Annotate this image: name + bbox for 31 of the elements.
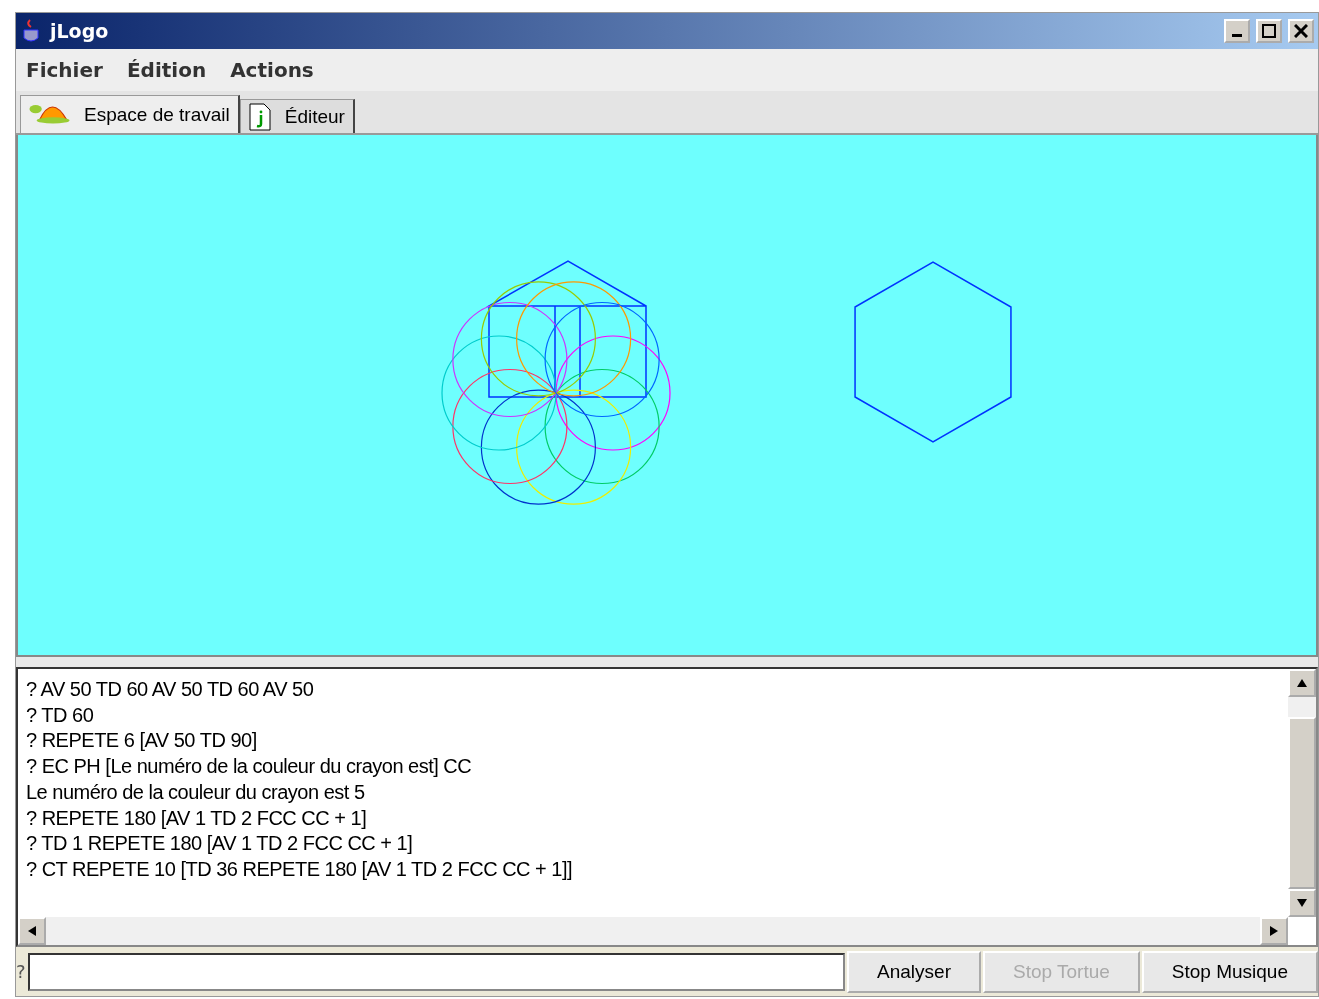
close-icon [1294, 24, 1308, 38]
tab[interactable]: Espace de travail [20, 95, 240, 133]
minimize-icon [1232, 34, 1242, 37]
vertical-scrollbar[interactable] [1288, 669, 1316, 917]
file-icon [248, 102, 271, 131]
tab[interactable]: Éditeur [239, 99, 355, 133]
right-arrow-icon [1270, 926, 1278, 936]
close-button[interactable] [1288, 19, 1314, 43]
down-arrow-icon [1297, 899, 1307, 907]
maximize-button[interactable] [1256, 19, 1282, 43]
prompt-label: ? [16, 961, 26, 982]
console-line: ? TD 60 [26, 702, 95, 728]
console-line: ? REPETE 180 [AV 1 TD 2 FCC CC + 1] [26, 805, 368, 831]
left-arrow-icon [28, 926, 36, 936]
menu-item[interactable]: Fichier [26, 58, 103, 82]
menu-item[interactable]: Actions [230, 58, 314, 82]
console-line: ? CT REPETE 10 [TD 36 REPETE 180 [AV 1 TD 2 FCC CC + 1]] [26, 856, 574, 882]
console-line: ? REPETE 6 [AV 50 TD 90] [26, 728, 258, 754]
horizontal-scrollbar[interactable] [18, 917, 1288, 945]
command-button[interactable]: Analyser [847, 950, 981, 993]
maximize-icon [1262, 24, 1276, 38]
window-title: jLogo [50, 20, 110, 42]
menu-item[interactable]: Édition [126, 58, 207, 82]
minimize-button[interactable] [1224, 19, 1250, 43]
console-line: ? EC PH [Le numéro de la couleur du crayon est] CC [26, 754, 473, 780]
console-line: ? TD 1 REPETE 180 [AV 1 TD 2 FCC CC + 1] [26, 831, 414, 857]
console-line: Le numéro de la couleur du crayon est 5 [26, 779, 366, 805]
command-button[interactable]: Stop Musique [1141, 950, 1318, 993]
command-input[interactable] [27, 952, 846, 991]
up-arrow-icon [1297, 679, 1307, 687]
console-line: ? AV 50 TD 60 AV 50 TD 60 AV 50 [26, 677, 315, 702]
